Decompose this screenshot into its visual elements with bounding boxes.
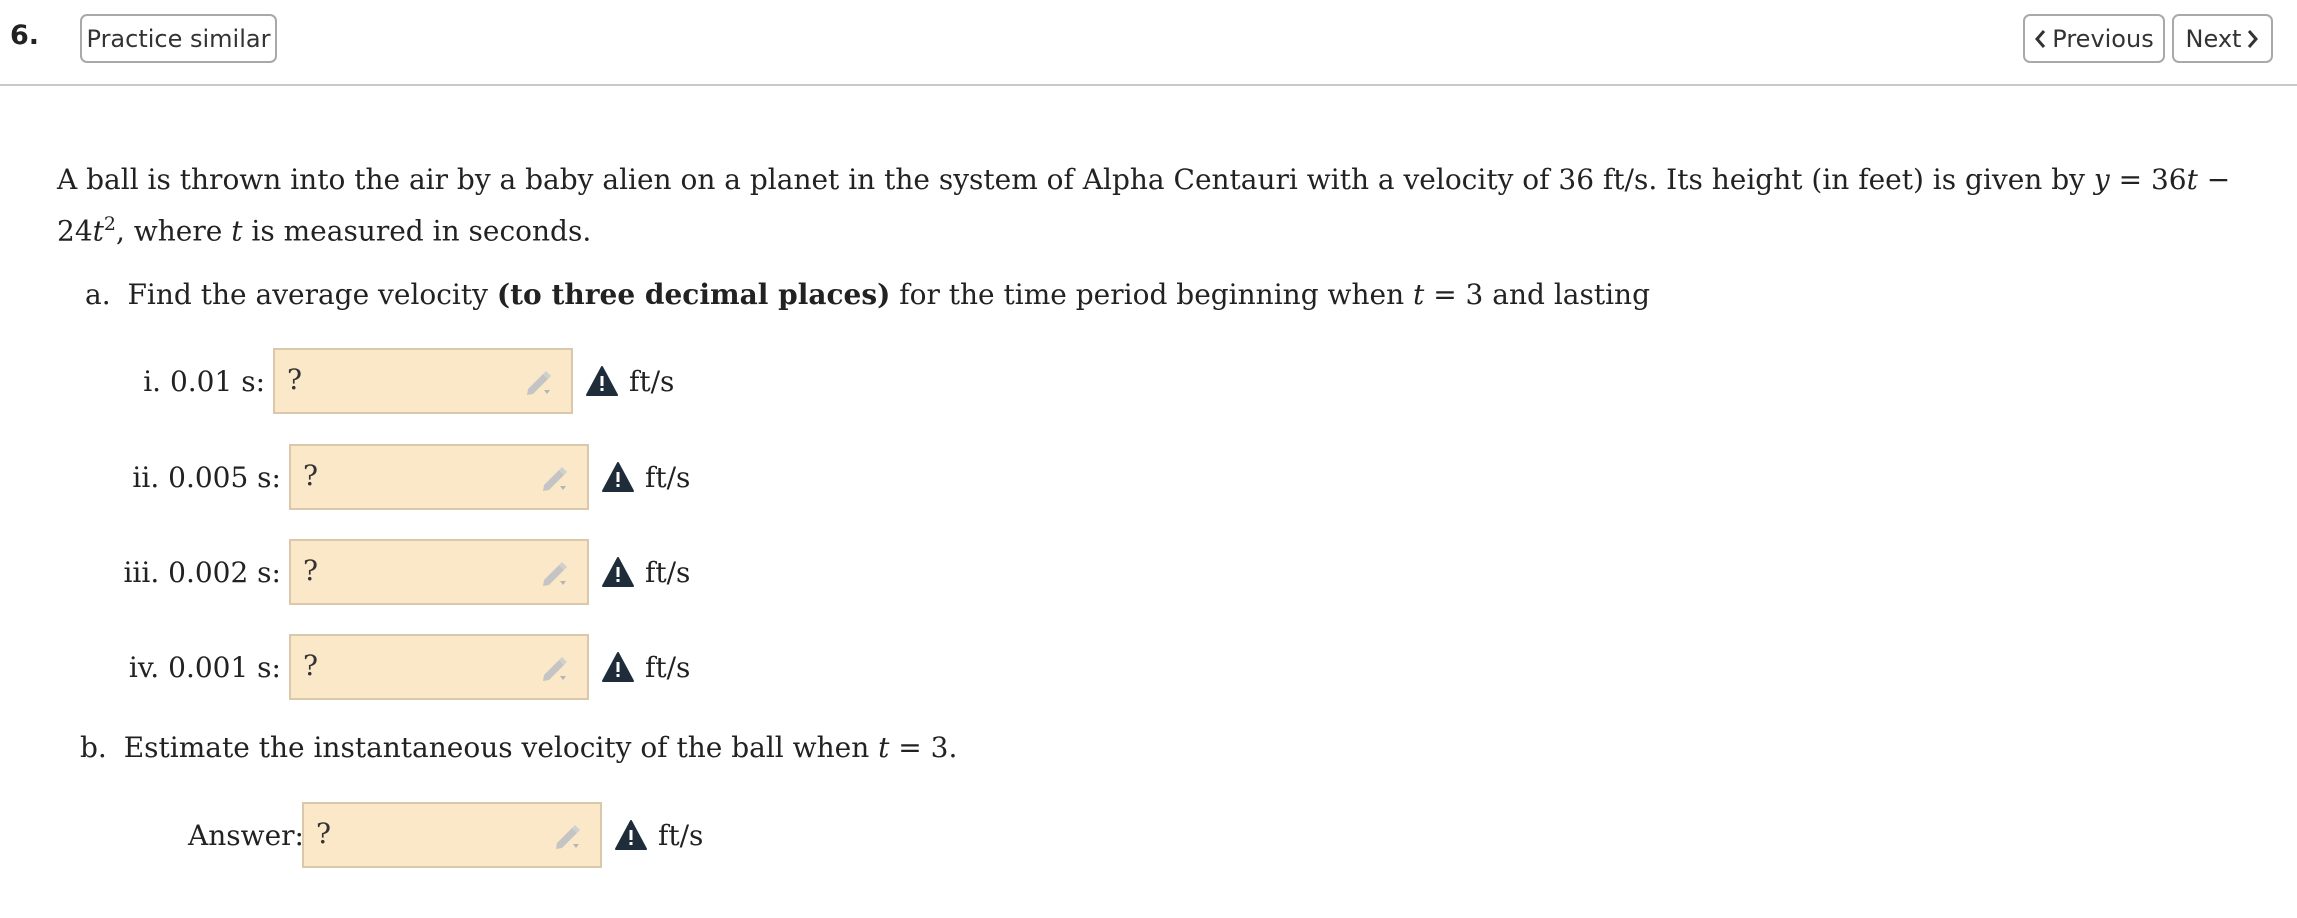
part-b-text-1: Estimate the instantaneous velocity of t…	[123, 731, 879, 764]
part-b-marker: b.	[80, 731, 107, 764]
previous-label: Previous	[2052, 24, 2154, 53]
answer-row-b: Answer: ? ft/s	[188, 802, 703, 868]
row-duration: 0.002 s:	[168, 555, 281, 589]
row-duration: 0.01 s:	[169, 364, 265, 398]
answer-row-i: i. 0.01 s: ? ft/s	[100, 348, 674, 414]
question-number: 6.	[10, 20, 40, 51]
pencil-dropdown-icon[interactable]	[539, 654, 573, 684]
unit-label: ft/s	[645, 460, 691, 494]
answer-input-iv[interactable]: ?	[289, 634, 589, 700]
warning-triangle-icon	[586, 366, 618, 396]
intro-text-2: . Its height (in feet) is given by	[1648, 163, 2094, 196]
answer-row-ii: ii. 0.005 s: ? ft/s	[100, 444, 690, 510]
part-a-text-2: for the time period beginning when	[890, 278, 1414, 311]
eq-mid: = 36	[2109, 163, 2187, 196]
warning-triangle-icon	[615, 820, 647, 850]
problem-statement: A ball is thrown into the air by a baby …	[57, 158, 2247, 253]
warning-triangle-icon	[602, 557, 634, 587]
row-label: ii. 0.005 s:	[100, 461, 289, 494]
answer-placeholder: ?	[303, 649, 319, 682]
unit-label: ft/s	[658, 818, 704, 852]
eq-t2: t	[92, 214, 104, 248]
answer-placeholder: ?	[303, 554, 319, 587]
part-b-var-t: t	[878, 731, 890, 764]
answer-input-iii[interactable]: ?	[289, 539, 589, 605]
part-a-prompt: a. Find the average velocity (to three d…	[85, 278, 1650, 311]
practice-similar-button[interactable]: Practice similar	[80, 14, 277, 63]
intro-text-4: is measured in seconds.	[242, 214, 592, 248]
row-label: iii. 0.002 s:	[100, 556, 289, 589]
eq-exponent: 2	[103, 213, 116, 235]
row-label: i. 0.01 s:	[100, 365, 273, 398]
row-label: iv. 0.001 s:	[100, 651, 289, 684]
question-header: 6. Practice similar Previous Next	[0, 0, 2297, 86]
answer-row-iii: iii. 0.002 s: ? ft/s	[100, 539, 690, 605]
answer-label: Answer:	[188, 818, 304, 852]
eq-t1: t	[2186, 163, 2198, 196]
unit-label: ft/s	[645, 555, 691, 589]
pencil-dropdown-icon[interactable]	[523, 368, 557, 398]
answer-input-ii[interactable]: ?	[289, 444, 589, 510]
row-roman: iv.	[128, 650, 160, 684]
intro-text-1: A ball is thrown into the air by a baby …	[57, 163, 1559, 196]
warning-triangle-icon	[602, 462, 634, 492]
answer-input-i[interactable]: ?	[273, 348, 573, 414]
next-button[interactable]: Next	[2172, 14, 2273, 63]
part-a-text-3: = 3 and lasting	[1424, 278, 1651, 311]
answer-input-b[interactable]: ?	[302, 802, 602, 868]
row-duration: 0.005 s:	[168, 460, 281, 494]
unit-label: ft/s	[645, 650, 691, 684]
previous-button[interactable]: Previous	[2023, 14, 2165, 63]
pencil-dropdown-icon[interactable]	[539, 464, 573, 494]
part-a-var-t: t	[1413, 278, 1425, 311]
var-t: t	[231, 214, 243, 248]
row-roman: iii.	[123, 555, 160, 589]
answer-placeholder: ?	[303, 459, 319, 492]
chevron-right-icon	[2247, 29, 2259, 49]
row-roman: i.	[143, 364, 162, 398]
row-roman: ii.	[132, 460, 160, 494]
pencil-dropdown-icon[interactable]	[539, 559, 573, 589]
answer-placeholder: ?	[316, 817, 332, 850]
part-b-prompt: b. Estimate the instantaneous velocity o…	[80, 731, 957, 764]
part-a-text-1: Find the average velocity	[127, 278, 497, 311]
chevron-left-icon	[2034, 29, 2046, 49]
answer-placeholder: ?	[287, 363, 303, 396]
next-label: Next	[2185, 24, 2242, 53]
unit-label: ft/s	[629, 364, 675, 398]
pencil-dropdown-icon[interactable]	[552, 822, 586, 852]
velocity-value: 36 ft/s	[1558, 163, 1649, 196]
intro-text-3: , where	[116, 214, 232, 248]
row-duration: 0.001 s:	[168, 650, 281, 684]
part-a-bold: (to three decimal places)	[496, 278, 891, 311]
part-a-marker: a.	[85, 278, 111, 311]
part-b-text-2: = 3.	[889, 731, 958, 764]
eq-y: y	[2093, 163, 2110, 196]
warning-triangle-icon	[602, 652, 634, 682]
answer-row-iv: iv. 0.001 s: ? ft/s	[100, 634, 690, 700]
